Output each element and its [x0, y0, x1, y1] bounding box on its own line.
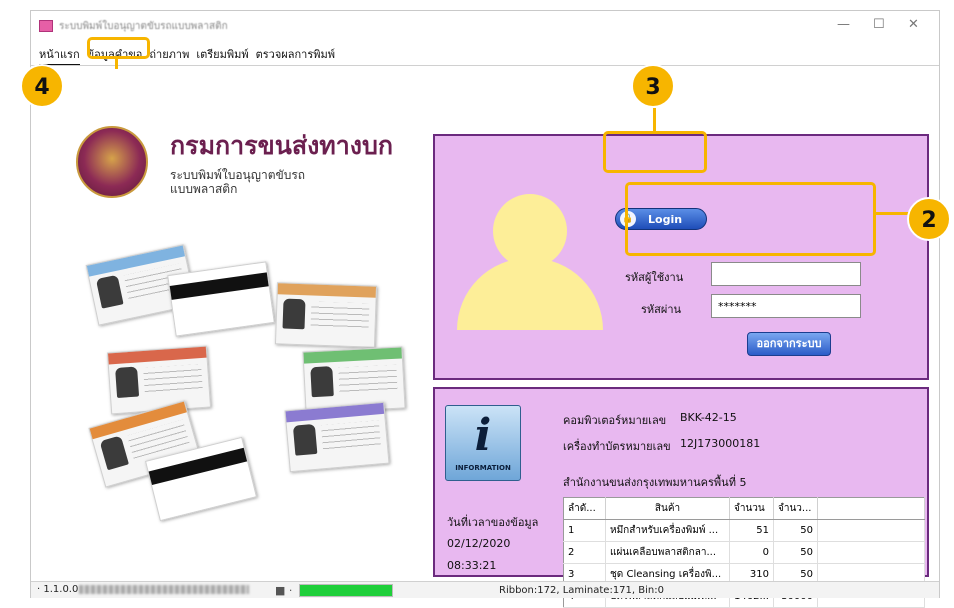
highlight-request-tab — [87, 37, 150, 59]
status-bar: · 1.1.0.0 ■ · Ribbon:172, Laminate:171, … — [31, 581, 939, 598]
user-avatar-icon — [457, 258, 603, 330]
window-title: ระบบพิมพ์ใบอนุญาตขับรถแบบพลาสติก — [59, 20, 228, 32]
column-header[interactable]: สินค้า — [605, 497, 730, 520]
logout-button[interactable]: ออกจากระบบ — [747, 332, 831, 356]
cell-quantity: 51 — [729, 519, 774, 542]
license-card-back-image — [167, 261, 275, 337]
cell-item: หมึกสำหรับเครื่องพิมพ์ ... — [605, 519, 730, 542]
callout-connector — [874, 212, 910, 215]
data-time: 08:33:21 — [447, 559, 497, 572]
printer-number-value: 12J173000181 — [680, 437, 761, 450]
information-caption: INFORMATION — [455, 464, 511, 472]
column-header[interactable]: จำนวน — [729, 497, 774, 520]
password-label: รหัสผ่าน — [641, 303, 682, 316]
password-field[interactable]: ******* — [711, 294, 861, 318]
cell-quantity: 0 — [729, 541, 774, 564]
supply-counts: Ribbon:172, Laminate:171, Bin:0 — [499, 585, 664, 596]
license-card-image — [106, 345, 212, 415]
app-window: ระบบพิมพ์ใบอนุญาตขับรถแบบพลาสติก — ☐ ✕ ห… — [30, 10, 940, 608]
highlight-credentials — [625, 182, 876, 256]
column-header-empty — [817, 497, 925, 520]
highlight-login-button — [603, 131, 707, 173]
tab-bar: หน้าแรก ข้อมูลคำขอ ถ่ายภาพ เตรียมพิมพ์ ต… — [39, 43, 335, 65]
close-button[interactable]: ✕ — [908, 17, 919, 32]
username-field[interactable] — [711, 262, 861, 286]
license-card-image — [274, 282, 378, 348]
table-header-row: ลำดั... สินค้า จำนวน จำนว... — [563, 497, 925, 520]
computer-number-label: คอมพิวเตอร์หมายเลข — [563, 414, 667, 427]
callout-badge-2: 2 — [907, 197, 951, 241]
table-row[interactable]: 2 แผ่นเคลือบพลาสติกลา... 0 50 — [563, 541, 925, 564]
data-date: 02/12/2020 — [447, 537, 511, 550]
callout-badge-4: 4 — [20, 64, 64, 108]
callout-connector — [115, 57, 118, 69]
home-content: กรมการขนส่งทางบก ระบบพิมพ์ใบอนุญาตขับรถ … — [31, 65, 939, 608]
progress-bar — [299, 584, 393, 597]
tab-photo[interactable]: ถ่ายภาพ — [149, 43, 189, 65]
username-label: รหัสผู้ใช้งาน — [625, 271, 684, 284]
blurred-status-text — [79, 585, 249, 594]
tab-prepare-print[interactable]: เตรียมพิมพ์ — [196, 43, 248, 65]
title-bar: ระบบพิมพ์ใบอนุญาตขับรถแบบพลาสติก — ☐ ✕ — [31, 11, 939, 41]
column-header[interactable]: ลำดั... — [563, 497, 606, 520]
tab-home[interactable]: หน้าแรก — [39, 43, 80, 65]
office-name: สำนักงานขนส่งกรุงเทพมหานครพื้นที่ 5 — [563, 476, 747, 489]
user-avatar-head-icon — [493, 194, 567, 268]
progress-fill — [300, 585, 392, 596]
device-status-icon: ■ · — [275, 584, 293, 597]
department-seal-icon — [76, 126, 148, 198]
cell-order: 2 — [563, 541, 606, 564]
department-name: กรมการขนส่งทางบก — [170, 131, 394, 160]
tab-check-print[interactable]: ตรวจผลการพิมพ์ — [256, 43, 335, 65]
data-datetime-label: วันที่เวลาของข้อมูล — [447, 516, 539, 529]
version-label: · 1.1.0.0 — [37, 584, 79, 595]
system-name-line2: แบบพลาสติก — [170, 182, 238, 196]
callout-badge-3: 3 — [631, 64, 675, 108]
maximize-button[interactable]: ☐ — [873, 17, 885, 32]
license-card-image — [284, 401, 390, 473]
minimize-button[interactable]: — — [837, 17, 850, 32]
table-row[interactable]: 1 หมึกสำหรับเครื่องพิมพ์ ... 51 50 — [563, 519, 925, 542]
info-panel: i INFORMATION คอมพิวเตอร์หมายเลข BKK-42-… — [433, 387, 929, 608]
column-header[interactable]: จำนว... — [773, 497, 818, 520]
information-icon: i INFORMATION — [445, 405, 521, 481]
printer-number-label: เครื่องทำบัตรหมายเลข — [563, 440, 671, 453]
cell-quantity2: 50 — [773, 541, 818, 564]
cell-item: แผ่นเคลือบพลาสติกลา... — [605, 541, 730, 564]
cell-quantity2: 50 — [773, 519, 818, 542]
cell-order: 1 — [563, 519, 606, 542]
callout-connector — [653, 108, 656, 132]
computer-number-value: BKK-42-15 — [680, 411, 737, 424]
app-icon — [39, 20, 53, 32]
